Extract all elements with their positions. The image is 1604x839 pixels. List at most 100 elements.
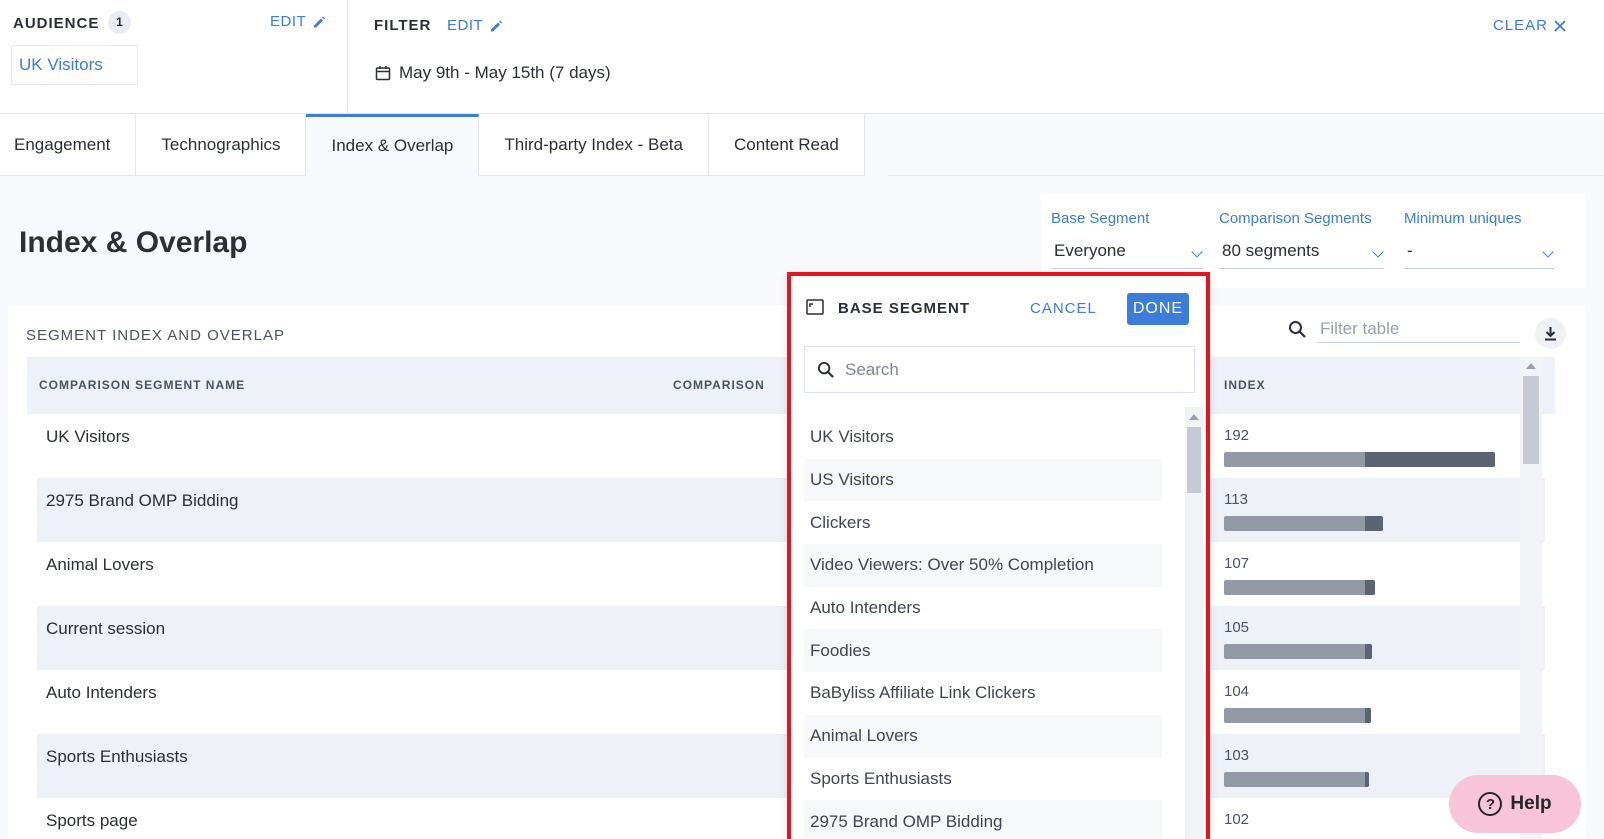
base-segment-select[interactable]: Everyone <box>1051 239 1203 269</box>
popover-scrollbar[interactable] <box>1185 407 1203 839</box>
row-segment-name: Sports Enthusiasts <box>46 747 188 766</box>
row-index-value: 103 <box>1224 747 1250 764</box>
tab-third-party-index[interactable]: Third-party Index - Beta <box>479 114 709 176</box>
segment-option[interactable]: Foodies <box>804 629 1162 673</box>
segment-option[interactable]: Auto Intenders <box>804 587 1162 630</box>
segment-option-list: UK Visitors US Visitors Clickers Video V… <box>804 416 1162 839</box>
minimum-uniques-value: - <box>1407 241 1413 260</box>
index-bar-excess <box>1365 644 1373 659</box>
base-segment-label: Base Segment <box>1051 210 1150 227</box>
search-icon <box>1289 320 1306 338</box>
audience-edit-button[interactable]: EDIT <box>270 13 326 30</box>
index-bar <box>1224 452 1495 467</box>
help-button[interactable]: ? Help <box>1449 775 1581 833</box>
scroll-up-icon[interactable] <box>1526 363 1536 369</box>
scroll-up-icon[interactable] <box>1189 414 1199 420</box>
download-button[interactable] <box>1535 318 1566 349</box>
comparison-segments-value: 80 segments <box>1222 241 1320 260</box>
chevron-down-icon <box>1191 246 1203 258</box>
row-index-value: 102 <box>1224 811 1250 828</box>
index-bar-excess <box>1365 580 1375 595</box>
chevron-down-icon <box>1372 246 1384 258</box>
audience-edit-label: EDIT <box>270 13 307 30</box>
popover-scrollbar-thumb[interactable] <box>1187 427 1201 493</box>
segment-option[interactable]: US Visitors <box>804 458 1162 502</box>
audience-count-badge: 1 <box>108 11 131 34</box>
row-segment-name: Sports page <box>46 811 138 830</box>
index-bar-excess <box>1365 708 1371 723</box>
tab-technographics[interactable]: Technographics <box>136 114 307 176</box>
segment-option[interactable]: Sports Enthusiasts <box>804 758 1162 801</box>
tab-index-overlap[interactable]: Index & Overlap <box>306 114 480 176</box>
row-segment-name: UK Visitors <box>46 427 130 446</box>
pencil-icon <box>491 20 503 31</box>
pencil-icon <box>314 16 326 27</box>
download-icon <box>1545 327 1556 341</box>
segment-option[interactable]: BaByliss Affiliate Link Clickers <box>804 672 1162 715</box>
audience-panel: AUDIENCE 1 EDIT UK Visitors <box>0 0 348 114</box>
filter-edit-label: EDIT <box>447 17 484 34</box>
filter-table-input[interactable] <box>1317 315 1520 343</box>
comparison-segments-select[interactable]: 80 segments <box>1219 239 1384 269</box>
row-segment-name: Auto Intenders <box>46 683 157 702</box>
page-title: Index & Overlap <box>19 226 248 259</box>
index-bar <box>1224 772 1370 787</box>
close-icon <box>1554 19 1566 32</box>
base-segment-value: Everyone <box>1054 241 1126 260</box>
cancel-button[interactable]: CANCEL <box>1030 300 1097 317</box>
row-index-value: 113 <box>1224 491 1248 508</box>
segment-icon <box>806 299 824 315</box>
row-index-value: 107 <box>1224 555 1250 572</box>
help-label: Help <box>1510 793 1552 814</box>
segment-option[interactable]: UK Visitors <box>804 416 1162 459</box>
index-bar <box>1224 580 1375 595</box>
card-title: SEGMENT INDEX AND OVERLAP <box>26 327 285 344</box>
clear-button[interactable]: CLEAR <box>1493 17 1566 34</box>
segment-option[interactable]: 2975 Brand OMP Bidding <box>804 800 1162 839</box>
row-segment-name: Current session <box>46 619 166 638</box>
filter-edit-button[interactable]: EDIT <box>447 17 503 34</box>
tab-bar: Engagement Technographics Index & Overla… <box>0 114 865 176</box>
tab-engagement[interactable]: Engagement <box>0 114 137 176</box>
index-bar-excess <box>1365 516 1384 531</box>
audience-filter-header: AUDIENCE 1 EDIT UK Visitors FILTER EDIT … <box>0 0 1604 114</box>
calendar-icon <box>375 66 391 81</box>
base-segment-popover: BASE SEGMENT CANCEL DONE UK Visitors US … <box>787 272 1210 839</box>
comparison-segments-label: Comparison Segments <box>1219 210 1372 227</box>
column-header-comparison[interactable]: COMPARISON <box>673 378 765 392</box>
filter-table <box>1288 315 1520 343</box>
tab-content-read[interactable]: Content Read <box>708 114 865 176</box>
table-scrollbar-thumb[interactable] <box>1523 376 1539 464</box>
segment-option[interactable]: Video Viewers: Over 50% Completion <box>804 544 1162 587</box>
index-bar <box>1224 708 1371 723</box>
segment-search-input[interactable] <box>845 359 1185 380</box>
question-circle-icon: ? <box>1478 792 1503 816</box>
minimum-uniques-label: Minimum uniques <box>1404 210 1522 227</box>
clear-label: CLEAR <box>1492 17 1548 34</box>
audience-title: AUDIENCE <box>13 15 100 32</box>
segment-option[interactable]: Animal Lovers <box>804 714 1162 758</box>
segment-option[interactable]: Clickers <box>804 501 1162 544</box>
filter-title: FILTER <box>374 17 432 34</box>
date-range[interactable]: May 9th - May 15th (7 days) <box>375 63 611 83</box>
search-icon <box>817 361 834 378</box>
chevron-down-icon <box>1542 246 1554 258</box>
row-index-value: 104 <box>1224 683 1250 700</box>
popover-title: BASE SEGMENT <box>838 300 971 317</box>
row-index-value: 105 <box>1224 619 1250 636</box>
done-button[interactable]: DONE <box>1127 293 1189 325</box>
minimum-uniques-select[interactable]: - <box>1404 239 1554 269</box>
table-scrollbar[interactable] <box>1520 357 1542 839</box>
index-bar <box>1224 644 1373 659</box>
index-bar-excess <box>1365 772 1370 787</box>
audience-segment-chip[interactable]: UK Visitors <box>11 45 138 85</box>
tab-bar-divider <box>888 175 1604 176</box>
column-header-name[interactable]: COMPARISON SEGMENT NAME <box>39 378 245 392</box>
row-segment-name: 2975 Brand OMP Bidding <box>46 491 239 510</box>
index-bar <box>1224 516 1384 531</box>
row-segment-name: Animal Lovers <box>46 555 154 574</box>
segment-search <box>804 346 1195 393</box>
row-index-value: 192 <box>1224 427 1250 444</box>
column-header-index[interactable]: INDEX <box>1224 378 1266 392</box>
index-bar-excess <box>1365 452 1495 467</box>
